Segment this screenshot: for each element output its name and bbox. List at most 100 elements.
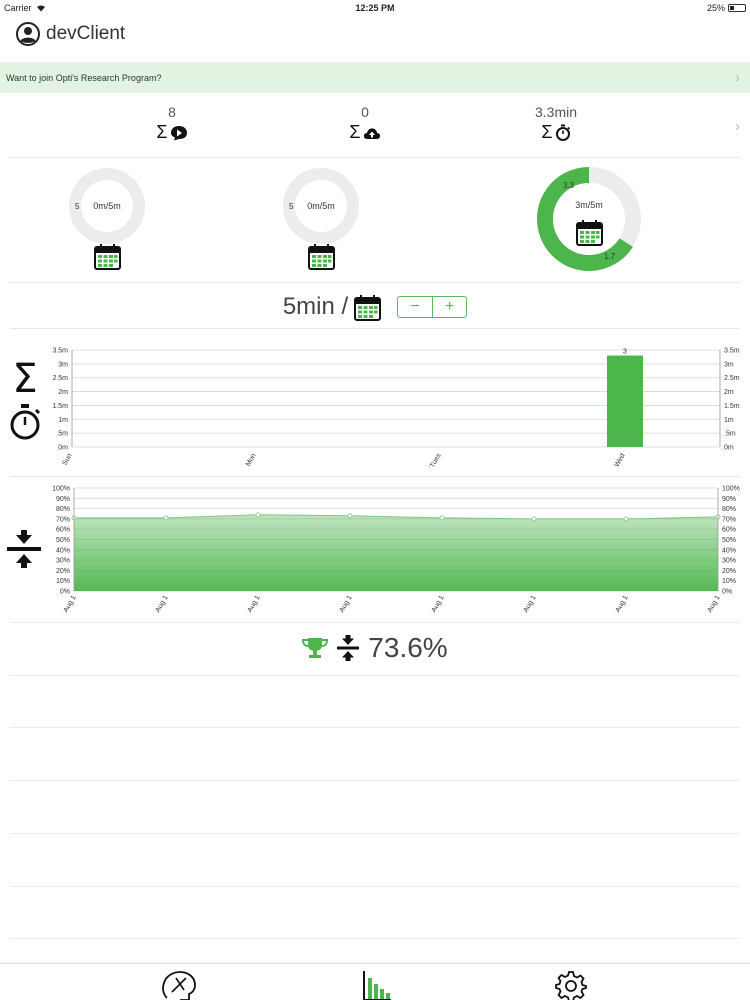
- cloud-upload-icon: [363, 127, 380, 139]
- compress-icon: [7, 530, 41, 568]
- tab-settings[interactable]: [555, 970, 587, 1000]
- calendar-icon: [354, 294, 382, 321]
- total-uploads: 0 Σ: [325, 104, 405, 143]
- y-tick-label: 50%: [56, 537, 70, 544]
- totals-row[interactable]: 8 Σ 0 Σ 3.3min Σ ›: [0, 104, 750, 154]
- y-tick-label: .5m: [56, 431, 68, 438]
- divider: [10, 938, 740, 939]
- y-tick-label: 3m: [58, 361, 68, 368]
- divider: [10, 476, 740, 477]
- sum-time-icon: Σ: [10, 360, 41, 440]
- divider: [10, 328, 740, 329]
- ring-top-label: 3.3: [563, 181, 575, 190]
- goal-row: 5min / − +: [0, 290, 750, 324]
- y-tick-label: 10%: [56, 578, 70, 585]
- y-tick-label: 2.5m: [52, 375, 68, 382]
- calendar-icon: [576, 220, 603, 246]
- y-tick-label: 100%: [722, 486, 740, 493]
- y-tick-label: 90%: [722, 496, 736, 503]
- status-bar: Carrier 12:25 PM 25%: [0, 0, 750, 15]
- banner-text: Want to join Opti's Research Program?: [6, 72, 162, 83]
- x-tick-label: Wed: [614, 452, 627, 468]
- ring-bottom-label: 1.7: [604, 252, 616, 261]
- tab-stats[interactable]: [362, 970, 392, 1000]
- stopwatch-icon: [555, 124, 570, 141]
- y-tick-label: 2m: [724, 389, 734, 396]
- y-tick-label: 3m: [724, 361, 734, 368]
- divider: [10, 886, 740, 887]
- clock-label: 12:25 PM: [355, 2, 395, 13]
- daily-time-bar-chart[interactable]: 0m 0m .5m .5m 1m 1m 1.5m 1.5m 2m 2m 2.5m 2.5m 3m 3m 3.…: [40, 340, 750, 470]
- y-tick-label: 0%: [60, 589, 70, 596]
- data-point: [163, 515, 169, 521]
- x-tick-label: Aug 1: [155, 594, 170, 613]
- calendar-icon: [308, 244, 335, 270]
- chevron-right-icon: ›: [735, 69, 740, 86]
- y-tick-label: 70%: [722, 516, 736, 523]
- x-tick-label: Aug 1: [339, 594, 354, 613]
- play-bubble-icon: [170, 125, 187, 140]
- area-fill: [74, 514, 718, 591]
- y-tick-label: 60%: [722, 527, 736, 534]
- y-tick-label: 1m: [724, 417, 734, 424]
- divider: [10, 622, 740, 623]
- y-tick-label: 1m: [58, 417, 68, 424]
- data-label: 3: [623, 349, 627, 356]
- divider: [10, 157, 740, 158]
- x-tick-label: Aug 1: [707, 594, 722, 613]
- y-tick-label: 1.5m: [52, 403, 68, 410]
- x-tick-label: Aug 1: [63, 594, 78, 613]
- score-row: 73.6%: [0, 632, 750, 664]
- tab-bar: [0, 963, 750, 1000]
- y-tick-label: 40%: [56, 547, 70, 554]
- y-tick-label: 1.5m: [724, 403, 740, 410]
- total-plays-value: 8: [168, 104, 176, 120]
- app-header: devClient: [16, 22, 125, 46]
- user-circle-icon[interactable]: [16, 22, 40, 46]
- data-point: [255, 512, 261, 518]
- y-tick-label: 2.5m: [724, 375, 740, 382]
- y-tick-label: 80%: [56, 506, 70, 513]
- x-tick-label: Aug 1: [431, 594, 446, 613]
- x-tick-label: Mon: [245, 452, 258, 467]
- svg-text:Σ: Σ: [12, 360, 37, 402]
- x-tick-label: Tues: [429, 452, 443, 469]
- ring-side-label: 5: [75, 202, 80, 211]
- y-tick-label: 10%: [722, 578, 736, 585]
- battery-percent: 25%: [706, 2, 725, 13]
- compress-icon: [337, 635, 360, 661]
- y-tick-label: 90%: [56, 496, 70, 503]
- y-tick-label: .5m: [724, 431, 736, 438]
- goal-text: 5min /: [282, 293, 349, 320]
- focus-area-chart[interactable]: 0% 0% 10% 10% 20% 20% 30% 30% 40% 40% 50% 50% 60% 60%…: [40, 482, 750, 622]
- divider: [10, 833, 740, 834]
- tab-brain[interactable]: [160, 970, 198, 1000]
- y-tick-label: 20%: [722, 568, 736, 575]
- trophy-icon: [302, 638, 329, 658]
- sigma-icon: Σ: [349, 122, 361, 142]
- app-title: devClient: [46, 23, 126, 44]
- bar: [607, 355, 643, 447]
- x-tick-label: Aug 1: [247, 594, 262, 613]
- ring-center-label: 3m/5m: [575, 200, 603, 210]
- y-tick-label: 30%: [722, 558, 736, 565]
- battery-icon: [728, 3, 746, 12]
- y-tick-label: 0%: [722, 589, 732, 596]
- x-tick-label: Aug 1: [615, 594, 630, 613]
- sigma-icon: Σ: [156, 122, 168, 142]
- ring-side-label: 5: [289, 202, 294, 211]
- x-tick-label: Sun: [61, 452, 73, 466]
- divider: [10, 727, 740, 728]
- y-tick-label: 0m: [724, 445, 734, 452]
- y-tick-label: 40%: [722, 547, 736, 554]
- research-banner[interactable]: Want to join Opti's Research Program? ›: [0, 62, 750, 93]
- goal-stepper[interactable]: − +: [397, 296, 468, 318]
- y-tick-label: 50%: [722, 537, 736, 544]
- calendar-icon: [94, 244, 121, 270]
- sigma-icon: Σ: [541, 122, 553, 142]
- total-time: 3.3min Σ: [516, 104, 596, 143]
- data-point: [623, 516, 629, 522]
- divider: [10, 675, 740, 676]
- increment-button[interactable]: +: [432, 297, 466, 317]
- decrement-button[interactable]: −: [398, 297, 432, 317]
